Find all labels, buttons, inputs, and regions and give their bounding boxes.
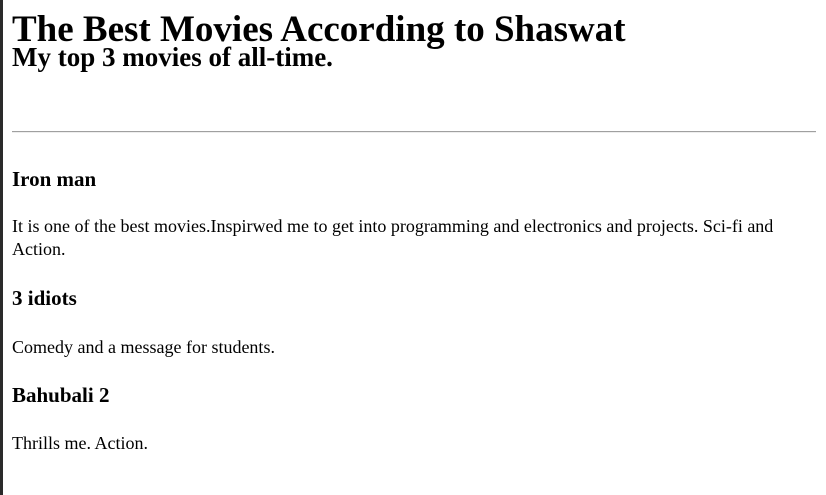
page-subtitle: My top 3 movies of all-time. [12, 42, 333, 72]
movie-description: It is one of the best movies.Inspirwed m… [12, 216, 774, 259]
page-content: The Best Movies According to Shaswat My … [12, 0, 816, 453]
movie-description: Thrills me. Action. [12, 433, 148, 453]
window-left-border [0, 0, 3, 495]
movie-description: Comedy and a message for students. [12, 337, 275, 357]
movie-title: 3 idiots [12, 286, 77, 310]
divider [12, 131, 816, 133]
movie-title: Iron man [12, 167, 97, 191]
movie-title: Bahubali 2 [12, 383, 110, 407]
